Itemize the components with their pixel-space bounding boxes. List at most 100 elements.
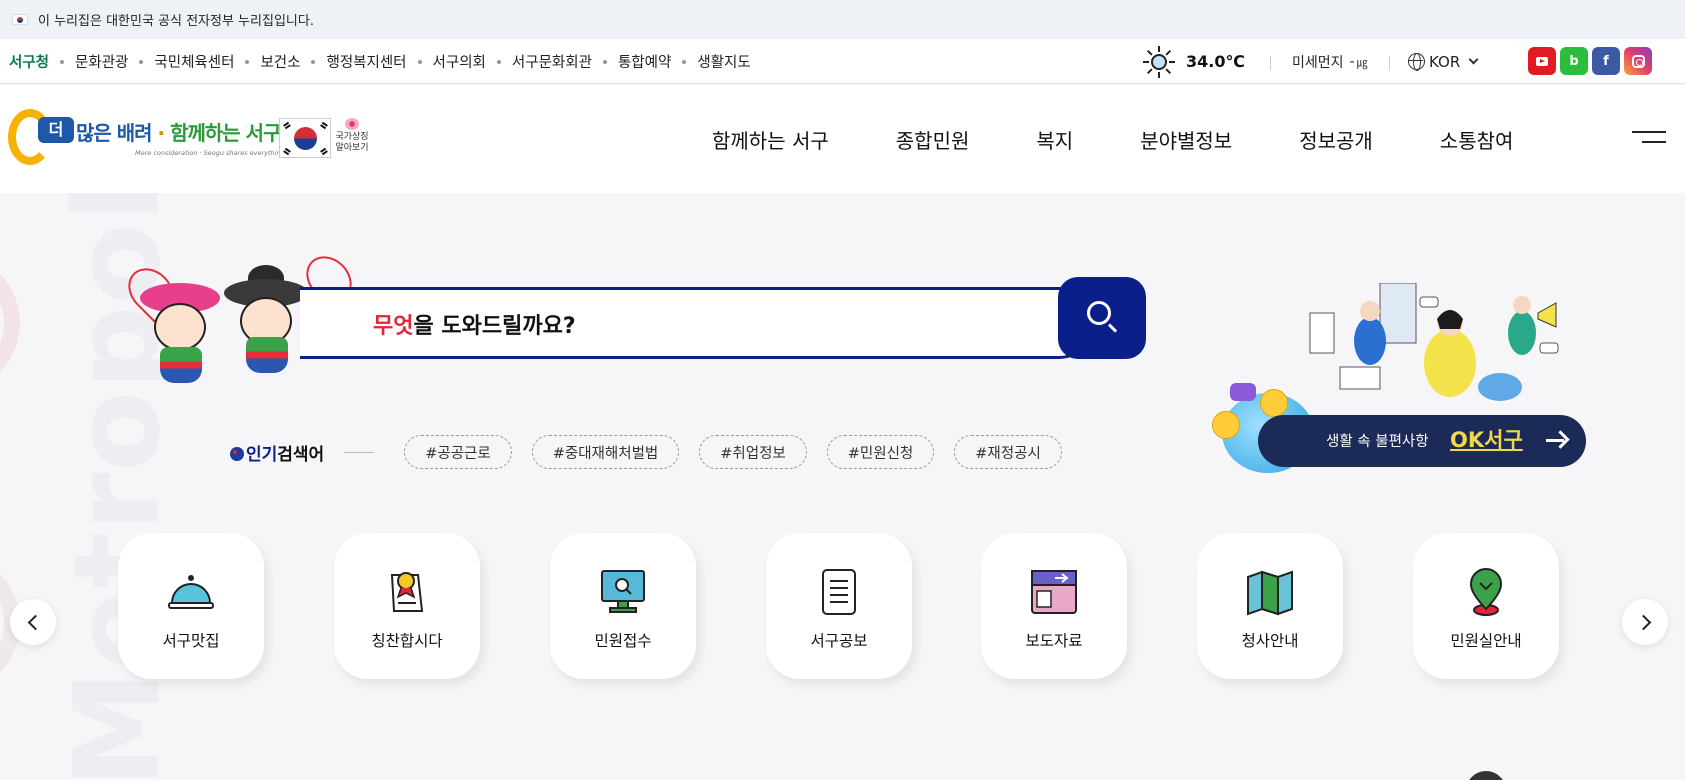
language-selector[interactable]: KOR <box>1408 39 1479 84</box>
quick-menu-press-release[interactable]: 보도자료 <box>981 533 1127 679</box>
chevron-down-icon <box>1468 54 1479 65</box>
link-district-council[interactable]: 서구의회 <box>433 51 486 72</box>
ok-banner-text: 생활 속 불편사항 <box>1326 434 1429 450</box>
blog-button[interactable]: b <box>1560 47 1588 75</box>
temperature: 34.0℃ <box>1186 52 1245 71</box>
social-links: b f <box>1528 47 1652 75</box>
divider <box>1270 56 1271 70</box>
separator-dot <box>417 59 422 64</box>
quick-menu-label: 서구공보 <box>810 632 868 650</box>
nav-field-info[interactable]: 분야별정보 <box>1140 125 1232 154</box>
ok-seogu-banner[interactable]: 생활 속 불편사항 OK서구 <box>1258 415 1586 467</box>
search-button[interactable] <box>1058 277 1146 359</box>
arrow-right-icon <box>1546 429 1566 451</box>
nav-together-seogu[interactable]: 함께하는 서구 <box>712 125 829 154</box>
search-icon <box>1087 301 1111 325</box>
youtube-icon <box>1536 56 1548 66</box>
menu-icon[interactable] <box>1632 131 1666 149</box>
quick-menu-label: 청사안내 <box>1241 632 1299 650</box>
quick-menu-label: 칭찬합시다 <box>371 632 443 650</box>
separator-dot <box>245 59 250 64</box>
separator-dot <box>682 59 687 64</box>
logo-slogan: 많은 배려 · 함께하는 서구 <box>76 121 281 145</box>
nav-info-disclosure[interactable]: 정보공개 <box>1299 125 1373 154</box>
search-placeholder[interactable]: 무엇을 도와드릴까요? <box>373 308 576 340</box>
keyword-tag[interactable]: #중대재해처벌법 <box>531 435 680 469</box>
emoji-icon <box>1212 411 1240 439</box>
fine-dust-widget: 미세먼지 - ㎍ <box>1292 39 1368 84</box>
dust-label: 미세먼지 <box>1292 54 1344 71</box>
weather-widget: 34.0℃ <box>1142 39 1245 84</box>
national-symbol-link[interactable]: 국가상징 알아보기 <box>333 118 371 154</box>
blog-icon: b <box>1569 53 1579 69</box>
keyword-tag[interactable]: #공공근로 <box>404 435 512 469</box>
divider <box>1389 56 1390 70</box>
mascot-girl <box>138 275 220 395</box>
instagram-button[interactable] <box>1624 47 1652 75</box>
separator-dot <box>311 59 316 64</box>
next-button[interactable] <box>1622 599 1668 645</box>
popular-title: 인기검색어 <box>246 444 325 465</box>
divider <box>344 451 375 453</box>
map-icon <box>1247 570 1293 616</box>
gov-banner: 이 누리집은 대한민국 공식 전자정부 누리집입니다. <box>0 0 1685 39</box>
press-release-icon <box>1031 570 1077 614</box>
link-sports-center[interactable]: 국민체육센터 <box>154 51 234 72</box>
keyword-tag[interactable]: #재정공시 <box>954 435 1062 469</box>
quick-menu-civil-office[interactable]: 민원실안내 <box>1413 533 1559 679</box>
emoji-icon <box>1260 389 1288 417</box>
quick-menu-praise[interactable]: 칭찬합시다 <box>334 533 480 679</box>
keyword-tag[interactable]: #취업정보 <box>699 435 807 469</box>
seogu-logo[interactable]: 더 많은 배려 · 함께하는 서구 More consideration · S… <box>8 105 285 167</box>
ok-banner-highlight: OK서구 <box>1450 428 1523 452</box>
logo-subtitle: More consideration · Seogu shares everyt… <box>135 149 285 157</box>
site-links: 서구청 문화관광 국민체육센터 보건소 행정복지센터 서구의회 서구문화회관 통… <box>9 39 751 84</box>
national-flag-icon[interactable] <box>279 118 331 158</box>
quick-menu-label: 서구맛집 <box>162 632 220 650</box>
nav-welfare[interactable]: 복지 <box>1036 125 1073 154</box>
award-certificate-icon <box>390 572 424 612</box>
separator-dot <box>60 59 65 64</box>
facebook-icon: f <box>1603 53 1609 69</box>
mugunghwa-icon <box>345 118 359 130</box>
link-seogu-office[interactable]: 서구청 <box>9 51 49 72</box>
quick-menu-label: 민원실안내 <box>1450 632 1522 650</box>
prev-button[interactable] <box>10 599 56 645</box>
nav-civil-service[interactable]: 종합민원 <box>896 125 970 154</box>
globe-icon <box>1408 53 1425 71</box>
link-integrated-reservation[interactable]: 통합예약 <box>618 51 671 72</box>
quick-menu-public-bulletin[interactable]: 서구공보 <box>766 533 912 679</box>
monitor-search-icon <box>601 570 645 613</box>
quick-menu-restaurant[interactable]: 서구맛집 <box>118 533 264 679</box>
utility-bar: 서구청 문화관광 국민체육센터 보건소 행정복지센터 서구의회 서구문화회관 통… <box>0 39 1685 84</box>
site-header: 더 많은 배려 · 함께하는 서구 More consideration · S… <box>0 85 1685 193</box>
hero-section: Metropolitan City 무엇을 도와드릴까요? 인기검색어 #공공근… <box>0 193 1685 780</box>
keyword-tag[interactable]: #민원신청 <box>826 435 935 469</box>
nav-participation[interactable]: 소통참여 <box>1440 125 1514 154</box>
dust-value: - <box>1349 53 1355 70</box>
facebook-button[interactable]: f <box>1592 47 1620 75</box>
link-health-center[interactable]: 보건소 <box>260 51 300 72</box>
partial-avatar <box>1466 771 1506 780</box>
dust-unit: ㎍ <box>1356 55 1368 69</box>
document-icon <box>822 569 856 615</box>
link-admin-welfare-center[interactable]: 행정복지센터 <box>326 51 406 72</box>
link-culture-hall[interactable]: 서구문화회관 <box>512 51 592 72</box>
language-label: KOR <box>1429 52 1461 71</box>
quick-menu-label: 민원접수 <box>594 632 652 650</box>
quick-menu-civil-complaint[interactable]: 민원접수 <box>550 533 696 679</box>
sun-icon <box>1142 45 1176 79</box>
youtube-button[interactable] <box>1528 47 1556 75</box>
people-illustration <box>1309 283 1559 401</box>
cloche-icon <box>168 575 214 609</box>
decorative-circle <box>0 253 20 393</box>
mascot-boy <box>224 265 308 385</box>
link-culture-tourism[interactable]: 문화관광 <box>75 51 128 72</box>
logo-badge: 더 <box>38 117 74 143</box>
gov-banner-text: 이 누리집은 대한민국 공식 전자정부 누리집입니다. <box>38 14 314 29</box>
quick-menu-office-guide[interactable]: 청사안내 <box>1197 533 1343 679</box>
link-life-map[interactable]: 생활지도 <box>697 51 750 72</box>
popular-keywords: 인기검색어 #공공근로 #중대재해처벌법 #취업정보 #민원신청 #재정공시 <box>230 435 1082 469</box>
location-pin-icon <box>1469 568 1503 616</box>
chat-icon <box>1230 383 1256 401</box>
